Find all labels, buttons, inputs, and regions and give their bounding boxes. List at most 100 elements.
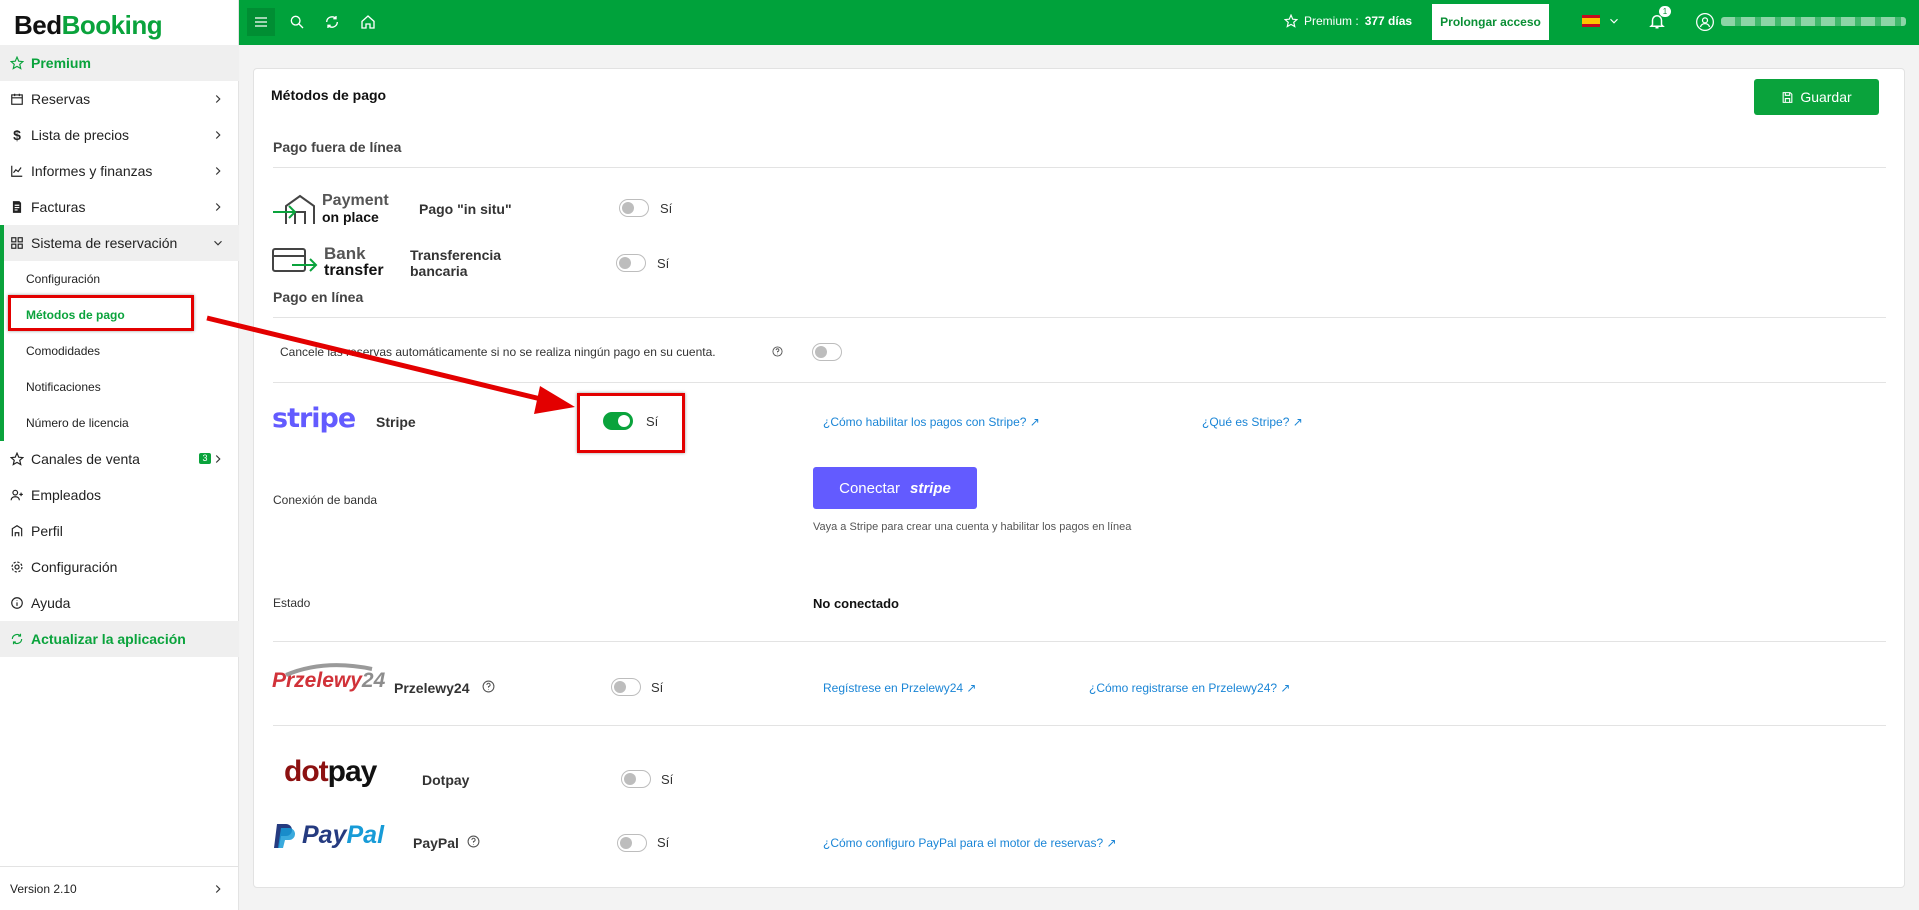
save-button[interactable]: Guardar xyxy=(1754,79,1879,115)
connect-stripe-button[interactable]: Conectar stripe xyxy=(813,467,977,509)
sidebar-subitem-configuracion[interactable]: Configuración xyxy=(0,261,239,297)
menu-toggle-button[interactable] xyxy=(247,8,275,36)
transfer-toggle[interactable] xyxy=(616,254,646,272)
sidebar-item-label: Lista de precios xyxy=(31,127,130,143)
external-link-icon: ↗ xyxy=(1029,415,1040,429)
sidebar-subitem-label: Configuración xyxy=(26,272,101,286)
external-link-icon: ↗ xyxy=(966,681,977,695)
sidebar-item-label: Facturas xyxy=(31,199,86,215)
house-arrow-icon xyxy=(273,194,315,224)
question-circle-icon[interactable] xyxy=(772,346,783,357)
home-button[interactable] xyxy=(354,8,382,36)
sidebar-item-perfil[interactable]: Perfil xyxy=(0,513,239,549)
estado-label: Estado xyxy=(273,596,311,610)
dotpay-label: Dotpay xyxy=(422,772,470,788)
search-button[interactable] xyxy=(283,8,311,36)
sidebar-item-label: Configuración xyxy=(31,559,118,575)
przelewy-swoosh xyxy=(285,663,373,677)
sidebar-item-lista-precios[interactable]: $ Lista de precios xyxy=(0,117,239,153)
app-logo[interactable]: BedBooking xyxy=(0,0,238,45)
auto-cancel-text: Cancele las reservas automáticamente si … xyxy=(280,345,716,359)
sidebar-item-canales-venta[interactable]: Canales de venta 3 xyxy=(0,441,239,477)
auto-cancel-toggle[interactable] xyxy=(812,343,842,361)
chevron-right-icon xyxy=(215,167,221,175)
sidebar-subitem-comodidades[interactable]: Comodidades xyxy=(0,333,239,369)
gear-icon xyxy=(9,559,25,575)
sidebar-item-actualizar[interactable]: Actualizar la aplicación xyxy=(0,621,239,657)
external-link-icon: ↗ xyxy=(1106,836,1117,850)
external-link-icon: ↗ xyxy=(1292,415,1303,429)
chevron-right-icon xyxy=(215,203,221,211)
refresh-button[interactable] xyxy=(318,8,346,36)
prolongar-acceso-button[interactable]: Prolongar acceso xyxy=(1432,4,1549,40)
sidebar-item-reservas[interactable]: Reservas xyxy=(0,81,239,117)
dotpay-toggle[interactable] xyxy=(621,770,651,788)
external-link-icon: ↗ xyxy=(1280,681,1291,695)
divider xyxy=(273,317,1886,318)
invoice-icon xyxy=(9,199,25,215)
sidebar-item-empleados[interactable]: Empleados xyxy=(0,477,239,513)
estado-value: No conectado xyxy=(813,596,899,611)
online-section-title: Pago en línea xyxy=(273,289,364,305)
sidebar-item-sistema-reservacion[interactable]: Sistema de reservación xyxy=(0,225,239,261)
przelewy24-label: Przelewy24 xyxy=(394,680,470,696)
divider xyxy=(273,167,1886,168)
card-arrow-icon xyxy=(272,248,318,272)
divider xyxy=(273,641,1886,642)
info-icon xyxy=(9,595,25,611)
chevron-down-icon[interactable] xyxy=(1607,14,1621,28)
spain-flag-icon[interactable] xyxy=(1582,15,1600,27)
question-circle-icon[interactable] xyxy=(467,835,480,848)
hamburger-icon xyxy=(255,17,267,27)
premium-status: Premium : 377 días xyxy=(1284,14,1412,28)
sidebar-subitem-label: Número de licencia xyxy=(26,416,129,430)
stripe-what-link[interactable]: ¿Qué es Stripe? ↗ xyxy=(1202,415,1303,429)
premium-days: 377 días xyxy=(1364,14,1413,28)
stripe-label: Stripe xyxy=(376,414,416,430)
question-circle-icon[interactable] xyxy=(482,680,495,693)
sidebar: BedBooking Premium Reservas $ Lista de p… xyxy=(0,0,239,910)
link-text: ¿Cómo registrarse en Przelewy24? xyxy=(1089,681,1278,695)
notification-count-badge: 1 xyxy=(1659,6,1671,17)
in-situ-toggle[interactable] xyxy=(619,199,649,217)
count-badge: 3 xyxy=(199,453,211,464)
logo-part: Pal xyxy=(346,821,385,849)
sidebar-item-ayuda[interactable]: Ayuda xyxy=(0,585,239,621)
sidebar-item-facturas[interactable]: Facturas xyxy=(0,189,239,225)
sidebar-item-label: Empleados xyxy=(31,487,102,503)
user-name-blurred[interactable] xyxy=(1721,17,1906,26)
logo-part: pay xyxy=(327,755,378,788)
sidebar-subitem-numero-licencia[interactable]: Número de licencia xyxy=(0,405,239,441)
user-icon[interactable] xyxy=(1695,12,1715,32)
przelewy24-logo: Przelewy24 xyxy=(272,663,385,693)
chart-line-icon xyxy=(9,163,25,179)
star-icon xyxy=(9,55,25,71)
toggle-si-label: Sí xyxy=(657,256,670,271)
toggle-si-label: Sí xyxy=(660,201,673,216)
paypal-logo: PayPal xyxy=(272,821,384,850)
przelewy-howto-link[interactable]: ¿Cómo registrarse en Przelewy24? ↗ xyxy=(1089,681,1290,695)
sidebar-item-premium[interactable]: Premium xyxy=(0,45,239,81)
stripe-howto-link[interactable]: ¿Cómo habilitar los pagos con Stripe? ↗ xyxy=(823,415,1040,429)
sidebar-item-label: Ayuda xyxy=(31,595,71,611)
premium-label: Premium : xyxy=(1304,14,1359,28)
offline-section-title: Pago fuera de línea xyxy=(273,139,402,155)
sidebar-item-label: Perfil xyxy=(31,523,63,539)
annotation-highlight-toggle xyxy=(577,393,685,453)
logo-line: transfer xyxy=(324,262,384,279)
logo-part-booking: Booking xyxy=(61,10,163,40)
sidebar-item-informes[interactable]: Informes y finanzas xyxy=(0,153,239,189)
paypal-config-link[interactable]: ¿Cómo configuro PayPal para el motor de … xyxy=(823,836,1117,850)
sidebar-item-label: Sistema de reservación xyxy=(31,235,178,251)
przelewy-register-link[interactable]: Regístrese en Przelewy24 ↗ xyxy=(823,681,976,695)
dotpay-logo: dotpay xyxy=(284,755,378,789)
przelewy24-toggle[interactable] xyxy=(611,678,641,696)
sidebar-item-configuracion[interactable]: Configuración xyxy=(0,549,239,585)
version-row[interactable]: Version 2.10 xyxy=(0,866,239,910)
search-icon xyxy=(290,15,304,29)
version-label: Version 2.10 xyxy=(10,881,77,896)
sidebar-subitem-notificaciones[interactable]: Notificaciones xyxy=(0,369,239,405)
paypal-toggle[interactable] xyxy=(617,834,647,852)
link-text: ¿Cómo configuro PayPal para el motor de … xyxy=(823,836,1104,850)
toggle-si-label: Sí xyxy=(657,835,670,850)
